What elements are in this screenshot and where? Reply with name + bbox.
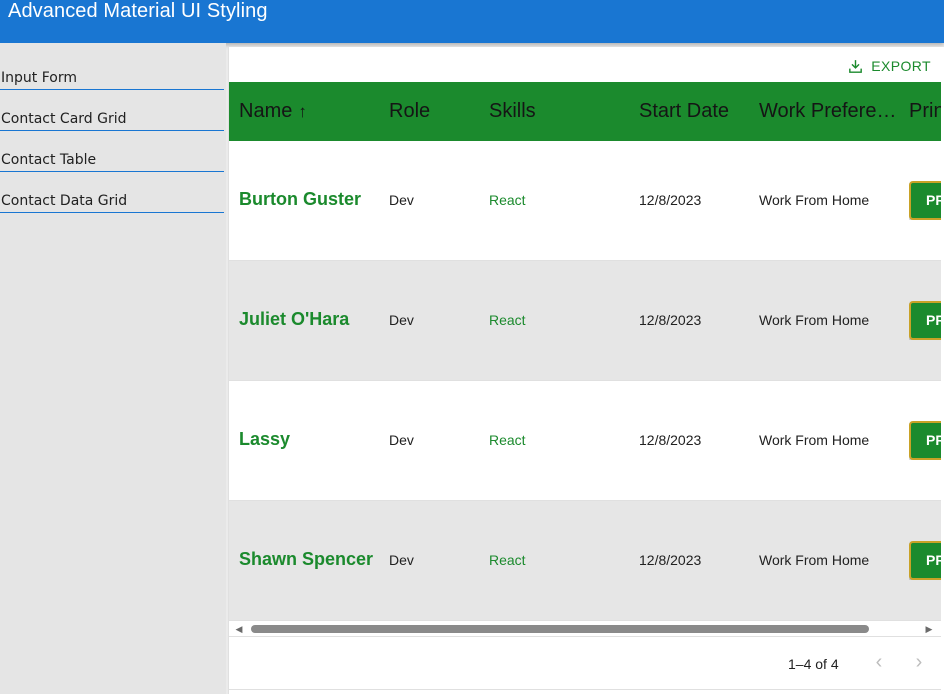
horizontal-scrollbar[interactable]: ◀ ▶ — [229, 621, 941, 637]
table-row: Lassy Dev React 12/8/2023 Work From Home… — [229, 381, 941, 501]
scroll-left-arrow-icon[interactable]: ◀ — [234, 624, 244, 634]
column-header-name[interactable]: Name ↑ — [239, 82, 379, 141]
print-button[interactable]: PRINT — [909, 421, 941, 460]
work-preference-cell: Work From Home — [759, 432, 870, 448]
scrollbar-thumb[interactable] — [251, 625, 869, 633]
grid-header: Name ↑ Role Skills Start Date Work Prefer… — [229, 82, 941, 141]
export-button[interactable]: EXPORT — [847, 57, 931, 75]
download-icon — [849, 59, 863, 73]
sidebar-item-contact-card-grid[interactable]: Contact Card Grid — [0, 90, 224, 131]
start-date-cell: 12/8/2023 — [639, 432, 702, 448]
name-cell: Juliet O'Hara — [239, 309, 350, 329]
sort-ascending-icon[interactable]: ↑ — [298, 102, 307, 121]
export-label: EXPORT — [871, 58, 931, 74]
work-preference-cell: Work From Home — [759, 192, 870, 208]
sidebar-item-label: Contact Table — [1, 152, 97, 168]
sidebar-item-contact-table[interactable]: Contact Table — [0, 131, 224, 172]
scroll-right-arrow-icon[interactable]: ▶ — [924, 624, 934, 634]
skills-cell: React — [489, 432, 526, 448]
sidebar-item-input-form[interactable]: Input Form — [0, 49, 224, 90]
column-header-print[interactable]: Print — [909, 82, 941, 141]
table-row: Burton Guster Dev React 12/8/2023 Work F… — [229, 141, 941, 261]
sidebar-item-label: Contact Data Grid — [1, 193, 128, 209]
start-date-cell: 12/8/2023 — [639, 192, 702, 208]
column-header-role[interactable]: Role — [389, 82, 479, 141]
print-cell: PRINT — [909, 301, 941, 340]
skills-cell: React — [489, 552, 526, 568]
grid-footer: 1–4 of 4 ‹ › — [229, 638, 941, 690]
sidebar-item-label: Contact Card Grid — [1, 111, 127, 127]
skills-cell: React — [489, 192, 526, 208]
table-row: Shawn Spencer Dev React 12/8/2023 Work F… — [229, 501, 941, 621]
work-preference-cell: Work From Home — [759, 552, 870, 568]
name-cell: Lassy — [239, 429, 291, 449]
column-header-label: Name — [239, 100, 293, 122]
role-cell: Dev — [389, 552, 414, 568]
print-button[interactable]: PRINT — [909, 541, 941, 580]
name-cell: Shawn Spencer — [239, 549, 374, 569]
print-cell: PRINT — [909, 181, 941, 220]
start-date-cell: 12/8/2023 — [639, 552, 702, 568]
pagination-range: 1–4 of 4 — [788, 656, 839, 672]
print-button[interactable]: PRINT — [909, 301, 941, 340]
column-header-work-preference[interactable]: Work Preference — [759, 82, 901, 141]
contact-data-grid: Name ↑ Role Skills Start Date Work Prefer… — [229, 82, 941, 638]
role-cell: Dev — [389, 432, 414, 448]
column-header-start-date[interactable]: Start Date — [639, 82, 749, 141]
print-button[interactable]: PRINT — [909, 181, 941, 220]
print-cell: PRINT — [909, 541, 941, 580]
work-preference-cell: Work From Home — [759, 312, 870, 328]
skills-cell: React — [489, 312, 526, 328]
table-row: Juliet O'Hara Dev React 12/8/2023 Work F… — [229, 261, 941, 381]
data-grid-panel: EXPORT Name ↑ Role Skills Start Date Work… — [228, 47, 944, 694]
print-cell: PRINT — [909, 421, 941, 460]
chevron-left-icon[interactable]: ‹ — [867, 651, 891, 675]
chevron-right-icon[interactable]: › — [907, 651, 931, 675]
app-title: Advanced Material UI Styling — [8, 0, 268, 22]
app-bar: Advanced Material UI Styling — [0, 0, 944, 43]
column-header-skills[interactable]: Skills — [489, 82, 629, 141]
sidebar-item-label: Input Form — [1, 70, 77, 86]
name-cell: Burton Guster — [239, 189, 362, 209]
role-cell: Dev — [389, 192, 414, 208]
sidebar-item-contact-data-grid[interactable]: Contact Data Grid — [0, 172, 224, 213]
sidebar: Input Form Contact Card Grid Contact Tab… — [0, 43, 226, 694]
role-cell: Dev — [389, 312, 414, 328]
start-date-cell: 12/8/2023 — [639, 312, 702, 328]
